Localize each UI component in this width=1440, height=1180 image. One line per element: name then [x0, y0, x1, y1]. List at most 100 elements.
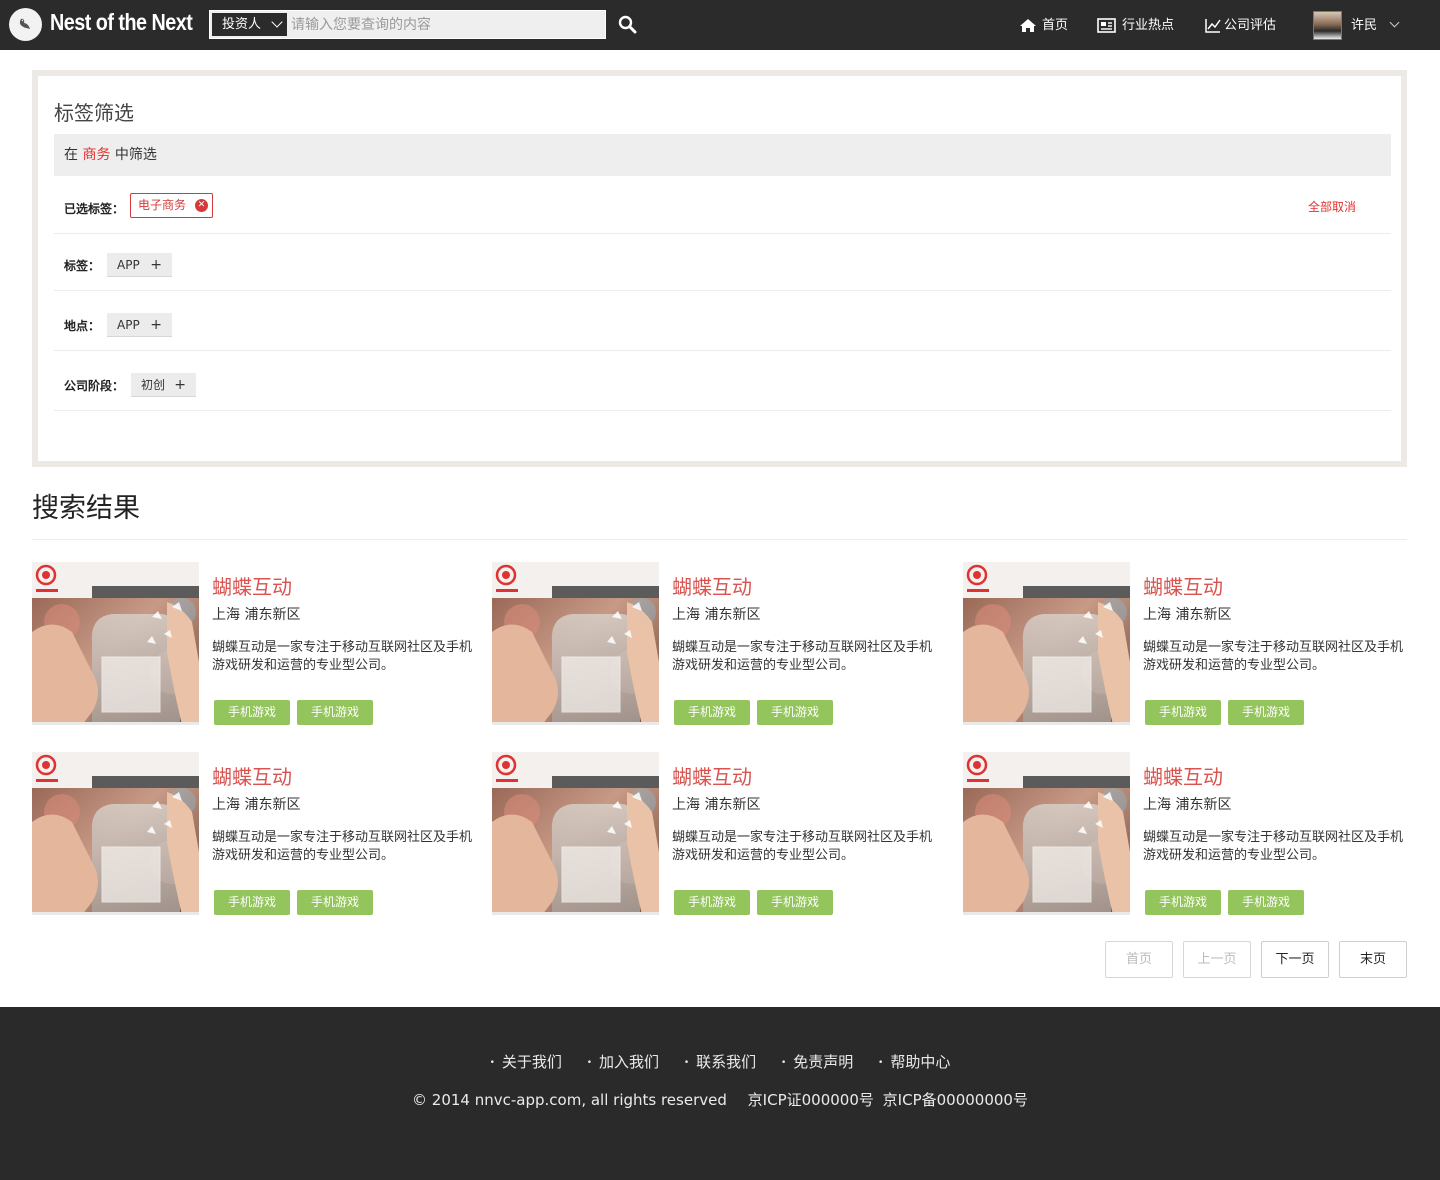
icp-license: 京ICP证000000号 [747, 1091, 874, 1109]
company-thumbnail[interactable] [32, 752, 199, 915]
footer-link-join[interactable]: 加入我们 [587, 1051, 659, 1072]
company-name[interactable]: 蝴蝶互动 [672, 761, 752, 790]
add-tag-app[interactable]: APP + [107, 253, 172, 277]
nav-industry-news[interactable]: 行业热点 [1097, 16, 1179, 36]
filter-title: 标签筛选 [54, 101, 134, 125]
add-location-app[interactable]: APP + [107, 313, 172, 337]
remove-tag-icon[interactable]: ✕ [195, 199, 208, 212]
first-page-button[interactable]: 首页 [1105, 941, 1173, 978]
search-box: 投资人 [209, 10, 606, 39]
company-description: 蝴蝶互动是一家专注于移动互联网社区及手机游戏研发和运营的专业型公司。 [212, 640, 473, 673]
company-tag[interactable]: 手机游戏 [757, 700, 833, 725]
company-tag[interactable]: 手机游戏 [1228, 890, 1304, 915]
search-input[interactable] [291, 13, 591, 36]
company-thumbnail[interactable] [963, 562, 1130, 725]
company-card[interactable]: 蝴蝶互动 上海 浦东新区 蝴蝶互动是一家专注于移动互联网社区及手机游戏研发和运营… [32, 752, 472, 920]
news-icon [1097, 18, 1116, 33]
footer-link-contact[interactable]: 联系我们 [684, 1051, 756, 1072]
company-thumbnail-image [492, 752, 659, 912]
company-name[interactable]: 蝴蝶互动 [1143, 571, 1223, 600]
cancel-all-link[interactable]: 全部取消 [1308, 198, 1356, 215]
footer-link-disclaimer[interactable]: 免责声明 [781, 1051, 853, 1072]
company-thumbnail-image [963, 752, 1130, 912]
bird-icon [19, 18, 30, 29]
top-bar: Nest of the Next 投资人 首页 行业热点 公司评估 [0, 0, 1440, 50]
company-thumbnail[interactable] [492, 562, 659, 725]
company-description: 蝴蝶互动是一家专注于移动互联网社区及手机游戏研发和运营的专业型公司。 [1143, 830, 1404, 863]
company-thumbnail-image [963, 562, 1130, 722]
company-stage-row: 公司阶段： 初创 + [54, 351, 1391, 411]
user-name[interactable]: 许民 [1351, 16, 1377, 36]
company-location: 上海 浦东新区 [672, 607, 761, 623]
icp-record: 京ICP备00000000号 [882, 1091, 1028, 1109]
company-name[interactable]: 蝴蝶互动 [1143, 761, 1223, 790]
nav-home-label: 首页 [1042, 18, 1069, 33]
company-tag[interactable]: 手机游戏 [214, 890, 290, 915]
company-name[interactable]: 蝴蝶互动 [212, 571, 292, 600]
company-thumbnail[interactable] [32, 562, 199, 725]
plus-icon: + [174, 377, 186, 393]
filter-scope-suffix: 中筛选 [114, 147, 157, 163]
add-location-label: APP [117, 318, 140, 332]
prev-page-button[interactable]: 上一页 [1183, 941, 1251, 978]
company-description: 蝴蝶互动是一家专注于移动互联网社区及手机游戏研发和运营的专业型公司。 [1143, 640, 1404, 673]
next-page-button[interactable]: 下一页 [1261, 941, 1329, 978]
company-tag[interactable]: 手机游戏 [214, 700, 290, 725]
user-avatar[interactable] [1313, 11, 1342, 40]
divider [32, 539, 1407, 540]
selected-tags-row: 已选标签： 电子商务 ✕ 全部取消 [54, 176, 1391, 234]
chart-icon [1205, 19, 1221, 33]
company-location: 上海 浦东新区 [672, 797, 761, 813]
company-tag[interactable]: 手机游戏 [1145, 700, 1221, 725]
company-location: 上海 浦东新区 [1143, 797, 1232, 813]
company-tag[interactable]: 手机游戏 [674, 890, 750, 915]
search-icon[interactable] [617, 14, 639, 36]
company-tag[interactable]: 手机游戏 [1228, 700, 1304, 725]
footer-links: 关于我们 加入我们 联系我们 免责声明 帮助中心 [0, 1051, 1440, 1072]
company-card[interactable]: 蝴蝶互动 上海 浦东新区 蝴蝶互动是一家专注于移动互联网社区及手机游戏研发和运营… [492, 752, 932, 920]
nav-home[interactable]: 首页 [1019, 16, 1071, 36]
filter-scope-keyword[interactable]: 商务 [82, 147, 110, 163]
results-title: 搜索结果 [32, 493, 140, 524]
company-tag[interactable]: 手机游戏 [674, 700, 750, 725]
company-card[interactable]: 蝴蝶互动 上海 浦东新区 蝴蝶互动是一家专注于移动互联网社区及手机游戏研发和运营… [963, 752, 1403, 920]
nav-company-evaluation[interactable]: 公司评估 [1205, 16, 1281, 36]
search-type-select[interactable]: 投资人 [212, 13, 287, 36]
nav-industry-news-label: 行业热点 [1122, 18, 1175, 33]
company-tag[interactable]: 手机游戏 [297, 700, 373, 725]
selected-tags-label: 已选标签： [64, 202, 125, 216]
footer-link-about[interactable]: 关于我们 [490, 1051, 562, 1072]
company-location: 上海 浦东新区 [212, 607, 301, 623]
company-location: 上海 浦东新区 [212, 797, 301, 813]
company-tag[interactable]: 手机游戏 [1145, 890, 1221, 915]
logo-text[interactable]: Nest of the Next [50, 9, 193, 36]
company-name[interactable]: 蝴蝶互动 [672, 571, 752, 600]
add-stage-startup[interactable]: 初创 + [131, 373, 196, 397]
filter-scope: 在 商务 中筛选 [54, 134, 1391, 176]
home-icon [1020, 19, 1036, 32]
company-card[interactable]: 蝴蝶互动 上海 浦东新区 蝴蝶互动是一家专注于移动互联网社区及手机游戏研发和运营… [32, 562, 472, 730]
company-description: 蝴蝶互动是一家专注于移动互联网社区及手机游戏研发和运营的专业型公司。 [212, 830, 473, 863]
company-card[interactable]: 蝴蝶互动 上海 浦东新区 蝴蝶互动是一家专注于移动互联网社区及手机游戏研发和运营… [492, 562, 932, 730]
location-row: 地点： APP + [54, 291, 1391, 351]
selected-tag-label: 电子商务 [138, 198, 187, 212]
company-name[interactable]: 蝴蝶互动 [212, 761, 292, 790]
company-tag[interactable]: 手机游戏 [297, 890, 373, 915]
last-page-button[interactable]: 末页 [1339, 941, 1407, 978]
chevron-down-icon [271, 16, 283, 28]
chevron-down-icon[interactable] [1389, 17, 1400, 28]
footer: 关于我们 加入我们 联系我们 免责声明 帮助中心 © 2014 nnvc-app… [0, 1007, 1440, 1180]
logo-icon[interactable] [9, 8, 42, 41]
company-card[interactable]: 蝴蝶互动 上海 浦东新区 蝴蝶互动是一家专注于移动互联网社区及手机游戏研发和运营… [963, 562, 1403, 730]
company-tag[interactable]: 手机游戏 [757, 890, 833, 915]
tag-filter-panel: 标签筛选 在 商务 中筛选 已选标签： 电子商务 ✕ 全部取消 标签： APP … [32, 70, 1407, 467]
selected-tag[interactable]: 电子商务 ✕ [130, 193, 213, 218]
footer-link-help[interactable]: 帮助中心 [878, 1051, 950, 1072]
add-tag-label: APP [117, 258, 140, 272]
company-description: 蝴蝶互动是一家专注于移动互联网社区及手机游戏研发和运营的专业型公司。 [672, 830, 933, 863]
footer-copyright: © 2014 nnvc-app.com, all rights reserved… [0, 1089, 1440, 1110]
company-thumbnail[interactable] [492, 752, 659, 915]
company-thumbnail[interactable] [963, 752, 1130, 915]
plus-icon: + [150, 317, 162, 333]
add-stage-label: 初创 [141, 378, 166, 392]
